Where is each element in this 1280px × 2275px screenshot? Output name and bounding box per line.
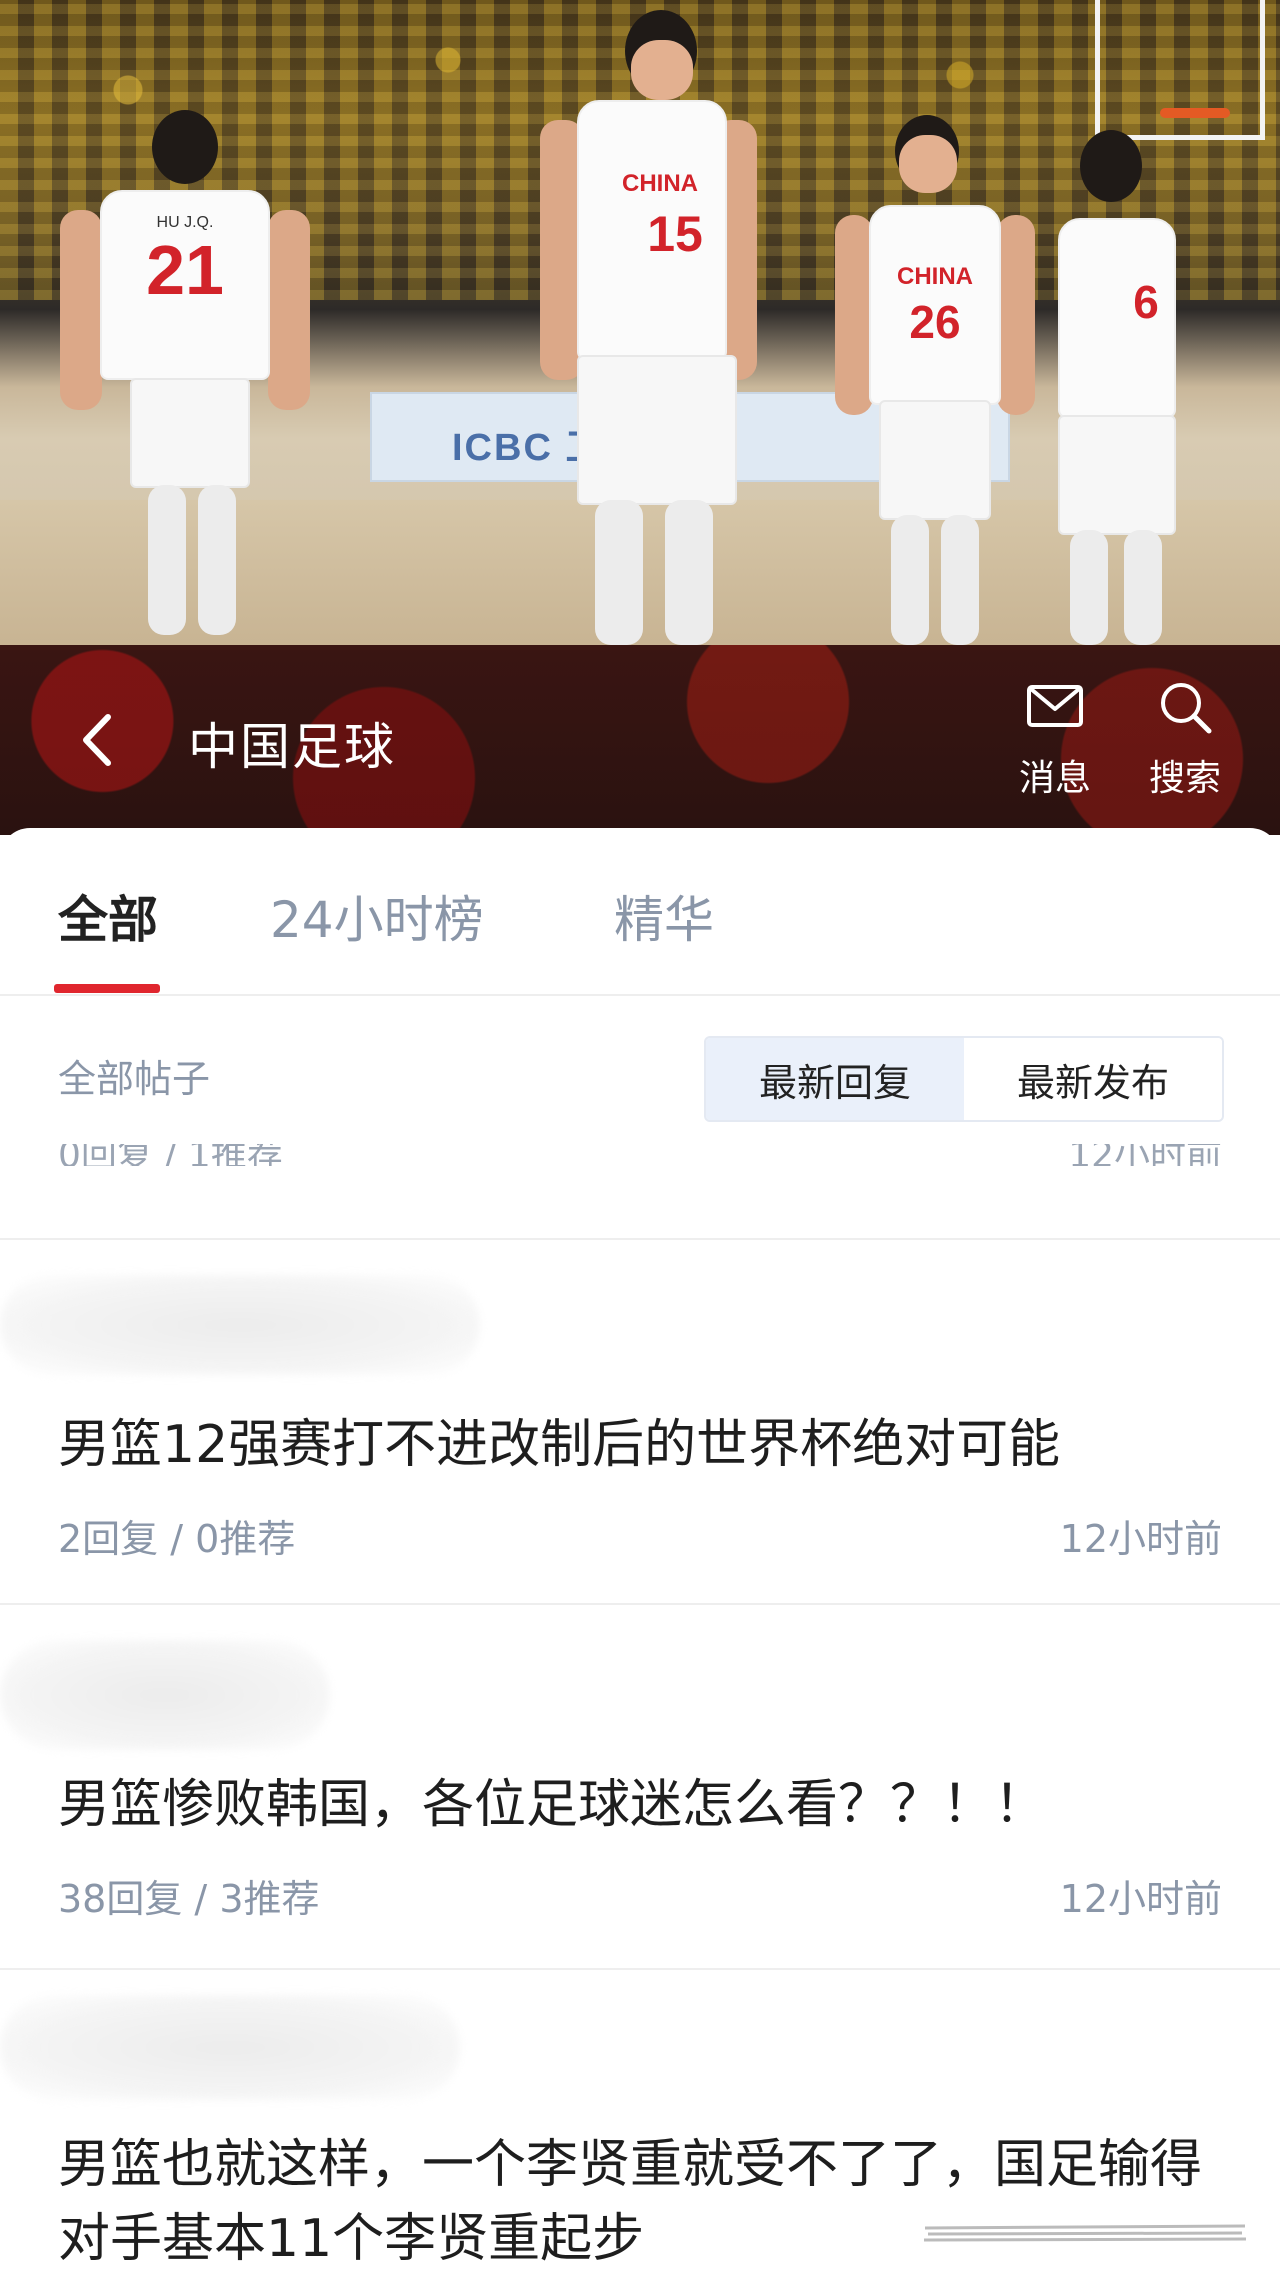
author-info-blurred <box>0 1640 330 1750</box>
jersey-country: CHINA <box>622 170 698 197</box>
jersey-country: CHINA <box>897 263 973 290</box>
filter-row: 全部帖子 最新回复 最新发布 <box>0 998 1280 1128</box>
player-figure: HU J.Q. 21 <box>60 110 310 640</box>
sort-toggle: 最新回复 最新发布 <box>704 1036 1224 1122</box>
post-stats: 2回复 / 0推荐 <box>58 1517 296 1561</box>
sort-latest-reply-button[interactable]: 最新回复 <box>706 1038 964 1120</box>
player-figure: CHINA 15 <box>535 10 765 645</box>
back-button[interactable] <box>70 705 130 775</box>
post-title[interactable]: 男篮12强赛打不进改制后的世界杯绝对可能 <box>58 1408 1228 1482</box>
messages-button[interactable]: 消息 <box>1000 675 1110 815</box>
search-label: 搜索 <box>1148 758 1221 799</box>
post-time: 12小时前 <box>1059 1877 1222 1921</box>
post-item[interactable]: 男篮12强赛打不进改制后的世界杯绝对可能 2回复 / 0推荐 12小时前 <box>0 1238 1280 1603</box>
filter-label: 全部帖子 <box>58 1057 211 1101</box>
post-title[interactable]: 男篮惨败韩国，各位足球迷怎么看？？！！ <box>58 1768 1228 1842</box>
post-time: 12小时前 <box>1059 1517 1222 1561</box>
post-item[interactable]: 男篮惨败韩国，各位足球迷怎么看？？！！ 38回复 / 3推荐 12小时前 <box>0 1603 1280 1968</box>
tab-featured[interactable]: 精华 <box>614 880 714 952</box>
chevron-left-icon <box>83 714 111 766</box>
player-figure: 6 <box>1040 130 1190 645</box>
author-info-blurred <box>0 1995 460 2100</box>
jersey-number: 15 <box>647 206 703 262</box>
player-figure: CHINA 26 <box>835 115 1035 645</box>
messages-label: 消息 <box>1018 758 1091 799</box>
header-photo: ICBC 工商银行 HU J.Q. 21 CHINA 15 CHINA 26 <box>0 0 1280 645</box>
mail-icon <box>1027 685 1083 727</box>
jersey-number: 21 <box>146 231 224 309</box>
clipped-post-meta: 0回复 / 1推荐 12小时前 <box>58 1144 1222 1166</box>
tab-bar: 全部 24小时榜 精华 <box>0 828 1280 996</box>
search-button[interactable]: 搜索 <box>1130 675 1240 815</box>
post-stats: 38回复 / 3推荐 <box>58 1877 320 1921</box>
tab-24h-ranking[interactable]: 24小时榜 <box>270 880 484 952</box>
redaction-scribble <box>923 2224 1247 2242</box>
tab-all[interactable]: 全部 <box>58 880 158 952</box>
jersey-number: 26 <box>909 296 961 348</box>
content-sheet: 全部 24小时榜 精华 全部帖子 最新回复 最新发布 0回复 / 1推荐 12小… <box>0 828 1280 2275</box>
basketball-backboard <box>1095 0 1265 140</box>
board-header: 中国足球 消息 搜索 <box>0 645 1280 835</box>
search-icon <box>1161 683 1212 734</box>
post-item[interactable]: 男篮也就这样，一个李贤重就受不了了，国足输得对手基本11个李贤重起步 <box>0 1968 1280 2275</box>
basketball-rim <box>1160 108 1230 118</box>
post-title[interactable]: 男篮也就这样，一个李贤重就受不了了，国足输得对手基本11个李贤重起步 <box>58 2128 1208 2275</box>
active-tab-indicator <box>54 984 160 993</box>
sort-latest-post-button[interactable]: 最新发布 <box>964 1038 1222 1120</box>
author-info-blurred <box>0 1275 480 1375</box>
board-title: 中国足球 <box>188 718 396 776</box>
jersey-number: 6 <box>1133 276 1159 328</box>
